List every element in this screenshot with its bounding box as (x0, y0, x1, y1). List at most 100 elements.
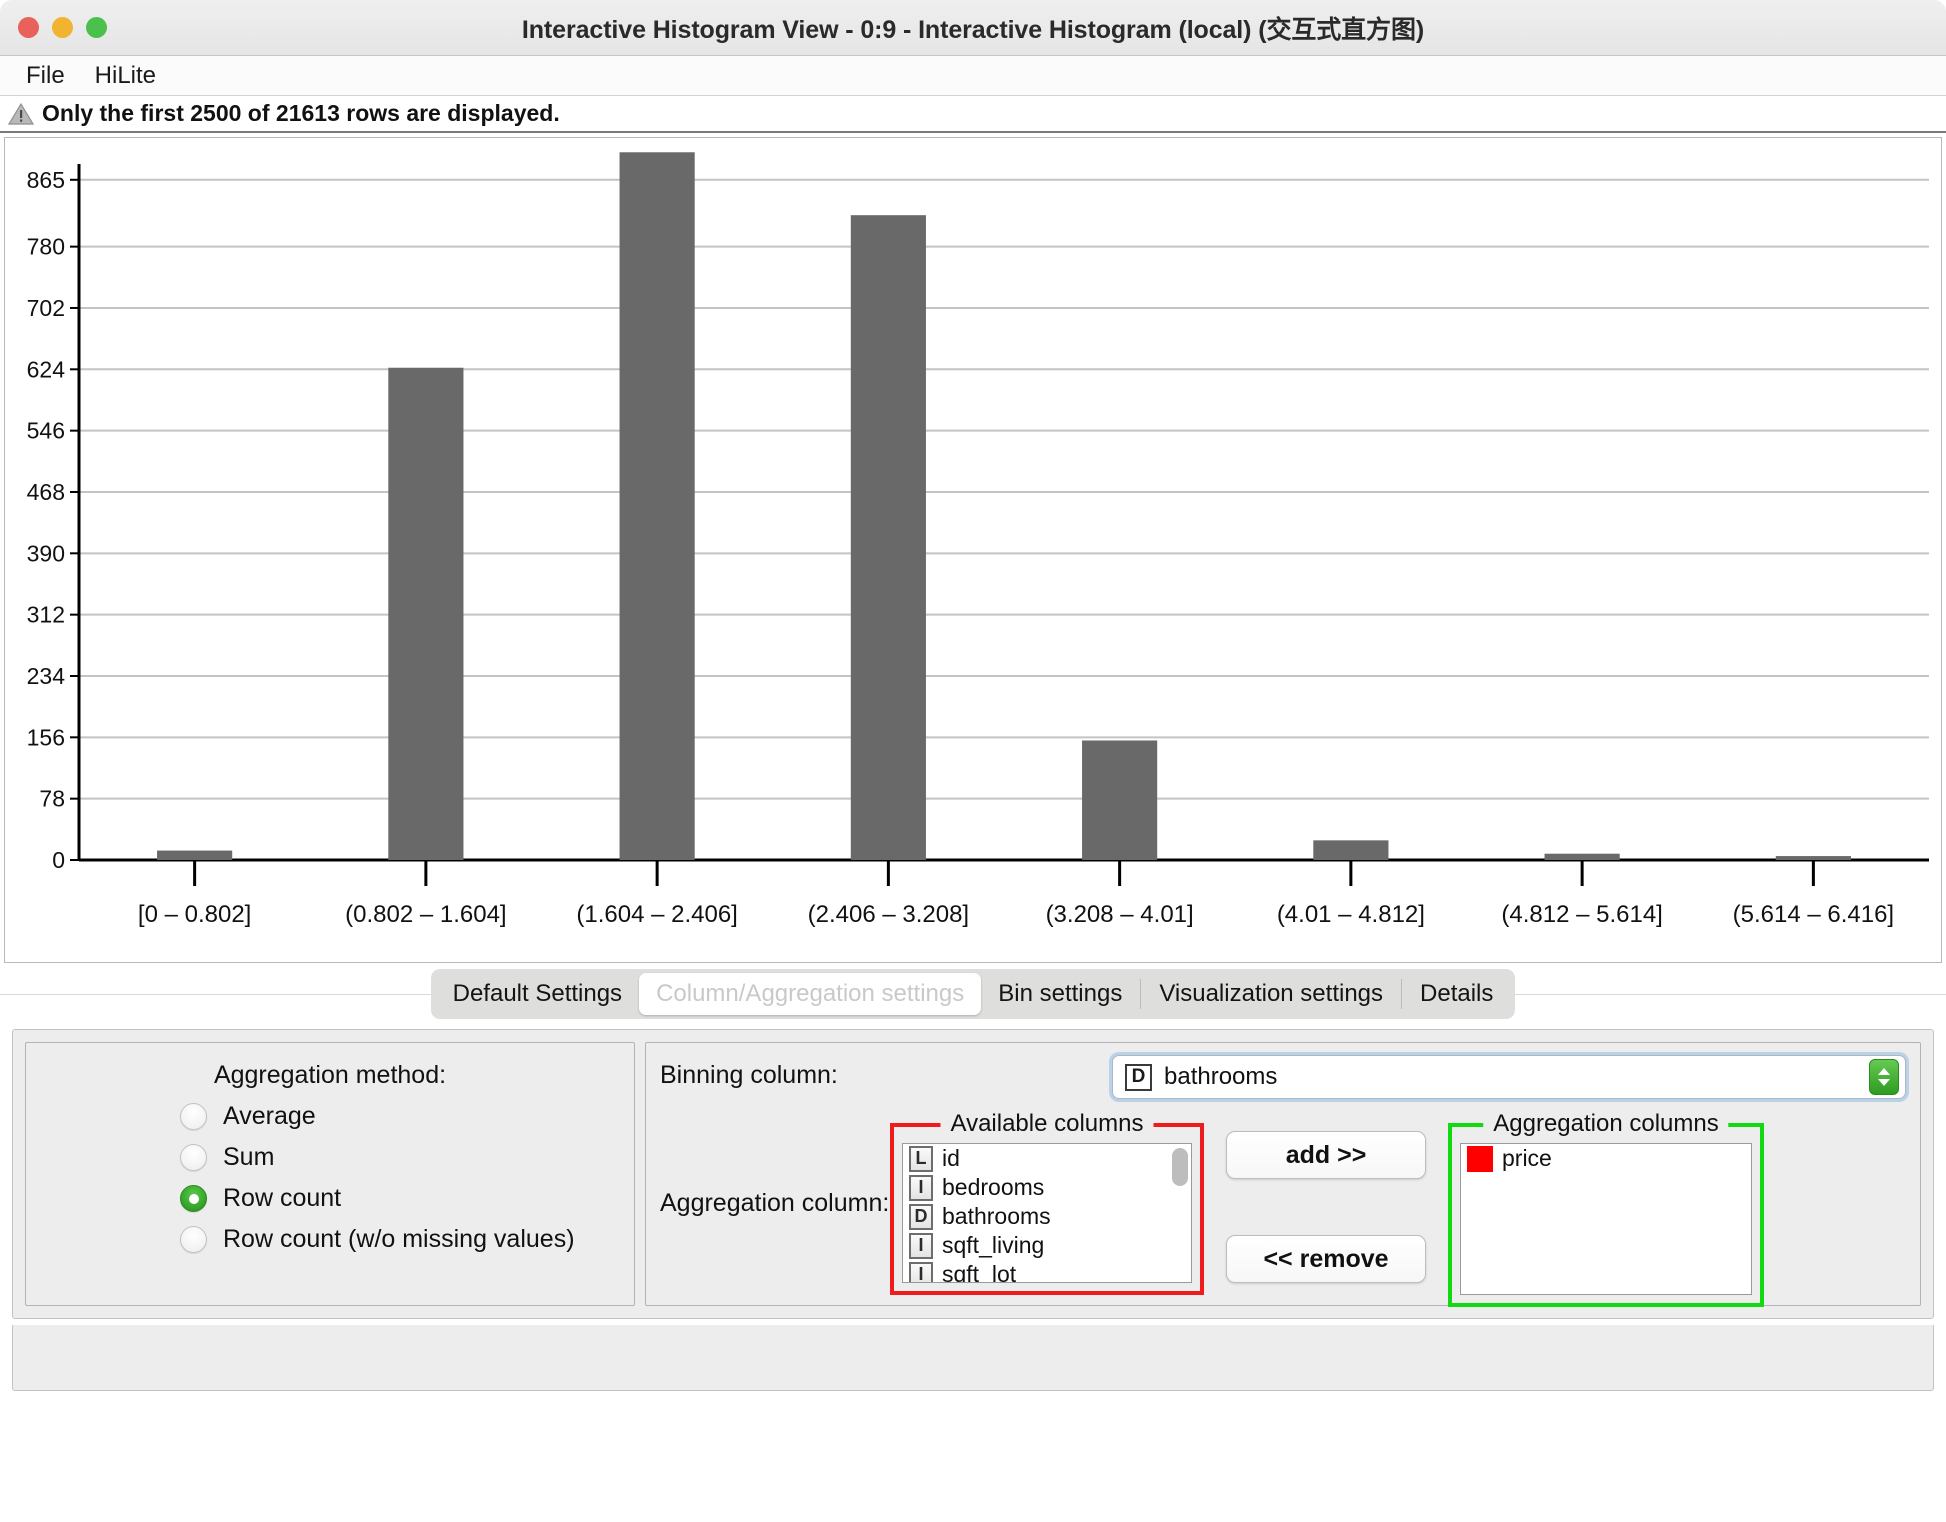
list-item-label: price (1502, 1145, 1552, 1172)
y-axis-tick-label: 702 (27, 295, 65, 321)
histogram-bar[interactable] (1313, 840, 1388, 860)
menu-bar: File HiLite (0, 56, 1946, 96)
histogram-bar[interactable] (1545, 854, 1620, 860)
radio-row-count[interactable]: Row count (180, 1184, 616, 1213)
y-axis-tick-label: 390 (27, 540, 65, 566)
tab-separator (1401, 979, 1402, 1009)
binning-column-label: Binning column: (660, 1055, 980, 1090)
close-button[interactable] (18, 17, 39, 38)
transfer-buttons: add >> << remove (1226, 1131, 1426, 1283)
x-axis-tick-label: [0 – 0.802] (138, 901, 251, 928)
radio-label-row-count: Row count (223, 1184, 341, 1213)
available-columns-scrollbar[interactable] (1172, 1148, 1188, 1278)
aggregation-columns-list[interactable]: price (1460, 1143, 1752, 1295)
histogram-bar[interactable] (388, 368, 463, 860)
minimize-button[interactable] (52, 17, 73, 38)
radio-button-row-count[interactable] (180, 1185, 207, 1212)
histogram-plot[interactable]: 078156234312390468546624702780865[0 – 0.… (5, 138, 1935, 962)
tab-details[interactable]: Details (1403, 973, 1510, 1015)
radio-button-row-count-no-missing[interactable] (180, 1226, 207, 1253)
maximize-button[interactable] (86, 17, 107, 38)
scrollbar-thumb[interactable] (1172, 1148, 1188, 1186)
color-swatch-icon (1467, 1146, 1493, 1172)
radio-button-sum[interactable] (180, 1144, 207, 1171)
histogram-chart-panel[interactable]: 078156234312390468546624702780865[0 – 0.… (4, 137, 1942, 963)
radio-button-average[interactable] (180, 1103, 207, 1130)
x-axis-tick-label: (1.604 – 2.406] (576, 901, 737, 928)
y-axis-tick-label: 78 (39, 786, 65, 812)
available-columns-box: Available columns L id I bedrooms D bath (890, 1123, 1204, 1295)
aggregation-method-title: Aggregation method: (44, 1061, 616, 1090)
histogram-bar[interactable] (1776, 856, 1851, 860)
settings-panel-filler (12, 1325, 1934, 1391)
radio-label-average: Average (223, 1102, 316, 1131)
tab-bin-settings[interactable]: Bin settings (981, 973, 1139, 1015)
tab-separator (1140, 979, 1141, 1009)
list-item[interactable]: I sqft_lot (903, 1260, 1191, 1283)
column-type-badge-double: D (1125, 1064, 1152, 1091)
list-item[interactable]: I bedrooms (903, 1173, 1191, 1202)
x-axis-tick-label: (5.614 – 6.416] (1733, 901, 1894, 928)
column-type-badge-int: I (909, 1233, 933, 1259)
menu-item-file[interactable]: File (14, 60, 77, 92)
histogram-bar[interactable] (1082, 740, 1157, 860)
list-item-label: sqft_lot (942, 1261, 1016, 1283)
y-axis-tick-label: 468 (27, 479, 65, 505)
radio-average[interactable]: Average (180, 1102, 616, 1131)
window-title: Interactive Histogram View - 0:9 - Inter… (0, 10, 1946, 46)
aggregation-column-label: Aggregation column: (660, 1113, 890, 1218)
column-type-badge-long: L (909, 1146, 933, 1172)
list-item[interactable]: L id (903, 1144, 1191, 1173)
list-item[interactable]: I sqft_living (903, 1231, 1191, 1260)
available-columns-list[interactable]: L id I bedrooms D bathrooms I (902, 1143, 1192, 1283)
histogram-bar[interactable] (620, 152, 695, 860)
window-titlebar: Interactive Histogram View - 0:9 - Inter… (0, 0, 1946, 56)
y-axis-tick-label: 0 (52, 847, 65, 873)
column-type-badge-int: I (909, 1262, 933, 1284)
window-controls (18, 0, 107, 55)
add-button[interactable]: add >> (1226, 1131, 1426, 1179)
binning-column-value: bathrooms (1164, 1063, 1857, 1091)
chevron-updown-icon[interactable] (1869, 1059, 1899, 1095)
list-item-label: bathrooms (942, 1203, 1051, 1230)
histogram-bar[interactable] (851, 215, 926, 860)
application-window: Interactive Histogram View - 0:9 - Inter… (0, 0, 1946, 1522)
list-item-label: sqft_living (942, 1232, 1044, 1259)
warning-text: Only the first 2500 of 21613 rows are di… (42, 100, 560, 127)
radio-row-count-no-missing[interactable]: Row count (w/o missing values) (180, 1225, 616, 1254)
list-item-label: id (942, 1145, 960, 1172)
y-axis-tick-label: 865 (27, 167, 65, 193)
histogram-bar[interactable] (157, 851, 232, 860)
remove-button[interactable]: << remove (1226, 1235, 1426, 1283)
aggregation-column-row: Aggregation column: Available columns L … (660, 1113, 1906, 1307)
tab-default-settings[interactable]: Default Settings (436, 973, 639, 1015)
tab-visualization-settings[interactable]: Visualization settings (1142, 973, 1400, 1015)
binning-column-select[interactable]: D bathrooms (1112, 1055, 1906, 1099)
radio-label-row-count-no-missing: Row count (w/o missing values) (223, 1225, 575, 1254)
y-axis-tick-label: 780 (27, 234, 65, 260)
binning-column-row: Binning column: D bathrooms (660, 1055, 1906, 1099)
chevron-up-icon (1878, 1068, 1890, 1075)
x-axis-tick-label: (4.01 – 4.812] (1277, 901, 1425, 928)
chevron-down-icon (1878, 1079, 1890, 1086)
warning-triangle-icon (8, 102, 34, 126)
y-axis-tick-label: 546 (27, 418, 65, 444)
aggregation-columns-box: Aggregation columns price (1448, 1123, 1764, 1307)
settings-panel: Aggregation method: Average Sum Row coun… (12, 1029, 1934, 1319)
radio-sum[interactable]: Sum (180, 1143, 616, 1172)
row-limit-warning: Only the first 2500 of 21613 rows are di… (0, 96, 1946, 133)
list-item[interactable]: D bathrooms (903, 1202, 1191, 1231)
tab-column-aggregation-settings[interactable]: Column/Aggregation settings (639, 973, 981, 1015)
available-columns-title: Available columns (941, 1110, 1154, 1138)
list-item[interactable]: price (1461, 1144, 1751, 1173)
menu-item-hilite[interactable]: HiLite (83, 60, 168, 92)
radio-label-sum: Sum (223, 1143, 274, 1172)
tab-group: Default Settings Column/Aggregation sett… (431, 969, 1516, 1019)
x-axis-tick-label: (3.208 – 4.01] (1046, 901, 1194, 928)
list-item-label: bedrooms (942, 1174, 1044, 1201)
column-type-badge-int: I (909, 1175, 933, 1201)
window-footer (0, 1391, 1946, 1411)
x-axis-tick-label: (2.406 – 3.208] (808, 901, 969, 928)
y-axis-tick-label: 312 (27, 602, 65, 628)
y-axis-tick-label: 234 (27, 663, 66, 689)
